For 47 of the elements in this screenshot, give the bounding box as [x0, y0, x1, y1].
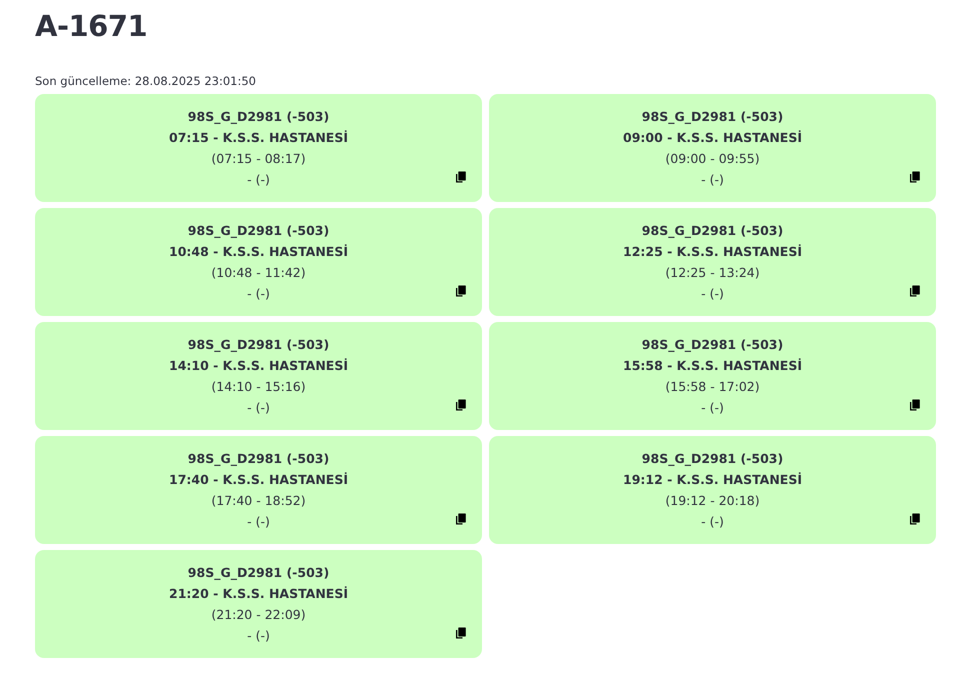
copy-icon[interactable] — [455, 171, 467, 183]
copy-icon[interactable] — [455, 513, 467, 525]
route-code: 98S_G_D2981 (-503) — [642, 336, 784, 354]
trip-title: 21:20 - K.S.S. HASTANESİ — [169, 585, 348, 603]
status-text: - (-) — [247, 399, 270, 417]
status-text: - (-) — [701, 285, 724, 303]
status-text: - (-) — [247, 627, 270, 645]
route-code: 98S_G_D2981 (-503) — [642, 108, 784, 126]
time-window: (19:12 - 20:18) — [665, 490, 760, 511]
trip-title: 09:00 - K.S.S. HASTANESİ — [623, 129, 802, 147]
time-window: (17:40 - 18:52) — [211, 490, 306, 511]
status-text: - (-) — [247, 285, 270, 303]
time-window: (07:15 - 08:17) — [211, 148, 306, 169]
time-window: (14:10 - 15:16) — [211, 376, 306, 397]
route-code: 98S_G_D2981 (-503) — [188, 336, 330, 354]
status-text: - (-) — [701, 171, 724, 189]
status-text: - (-) — [247, 513, 270, 531]
copy-icon[interactable] — [909, 285, 921, 297]
copy-icon[interactable] — [909, 513, 921, 525]
route-code: 98S_G_D2981 (-503) — [642, 222, 784, 240]
page-title: A-1671 — [35, 8, 148, 45]
route-code: 98S_G_D2981 (-503) — [188, 450, 330, 468]
trip-title: 10:48 - K.S.S. HASTANESİ — [169, 243, 348, 261]
trip-title: 15:58 - K.S.S. HASTANESİ — [623, 357, 802, 375]
route-code: 98S_G_D2981 (-503) — [188, 222, 330, 240]
time-window: (15:58 - 17:02) — [665, 376, 760, 397]
route-code: 98S_G_D2981 (-503) — [188, 564, 330, 582]
copy-icon[interactable] — [455, 399, 467, 411]
status-text: - (-) — [247, 171, 270, 189]
status-text: - (-) — [701, 399, 724, 417]
trip-title: 12:25 - K.S.S. HASTANESİ — [623, 243, 802, 261]
time-window: (21:20 - 22:09) — [211, 604, 306, 625]
last-updated-text: Son güncelleme: 28.08.2025 23:01:50 — [35, 73, 257, 89]
trip-title: 17:40 - K.S.S. HASTANESİ — [169, 471, 348, 489]
trip-title: 19:12 - K.S.S. HASTANESİ — [623, 471, 802, 489]
time-window: (12:25 - 13:24) — [665, 262, 760, 283]
time-window: (10:48 - 11:42) — [211, 262, 306, 283]
status-text: - (-) — [701, 513, 724, 531]
copy-icon[interactable] — [455, 285, 467, 297]
route-code: 98S_G_D2981 (-503) — [188, 108, 330, 126]
copy-icon[interactable] — [909, 399, 921, 411]
trip-title: 07:15 - K.S.S. HASTANESİ — [169, 129, 348, 147]
time-window: (09:00 - 09:55) — [665, 148, 760, 169]
copy-icon[interactable] — [455, 627, 467, 639]
copy-icon[interactable] — [909, 171, 921, 183]
trip-title: 14:10 - K.S.S. HASTANESİ — [169, 357, 348, 375]
route-code: 98S_G_D2981 (-503) — [642, 450, 784, 468]
